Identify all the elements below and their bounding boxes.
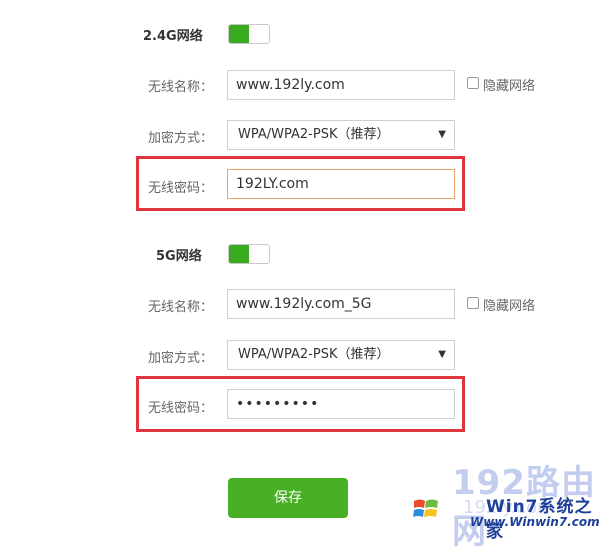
toggle-on-indicator [229,25,249,43]
security-label-24g: 加密方式： [147,131,213,146]
security-label-5g: 加密方式： [147,351,213,366]
password-input-5g[interactable]: ••••••••• [227,389,455,419]
hide-network-label-5g: 隐藏网络 [483,299,536,314]
security-select-5g[interactable]: WPA/WPA2-PSK（推荐） ▼ [227,340,455,370]
windows-logo-icon [412,495,440,523]
band-5g-title: 5G网络 [156,249,202,264]
ssid-label-24g: 无线名称： [147,80,213,95]
toggle-on-indicator [229,245,249,263]
hide-network-checkbox-5g[interactable] [467,297,479,309]
ssid-label-5g: 无线名称： [147,300,213,315]
band-24g-title: 2.4G网络 [143,29,203,44]
hide-network-checkbox-24g[interactable] [467,77,479,89]
password-label-24g: 无线密码： [147,181,213,196]
dropdown-arrow-icon: ▼ [438,349,446,360]
security-value-24g: WPA/WPA2-PSK（推荐） [238,127,390,142]
security-select-24g[interactable]: WPA/WPA2-PSK（推荐） ▼ [227,120,455,150]
security-value-5g: WPA/WPA2-PSK（推荐） [238,347,390,362]
band-5g-toggle[interactable] [228,244,270,264]
save-button[interactable]: 保存 [228,478,348,518]
dropdown-arrow-icon: ▼ [438,129,446,140]
password-label-5g: 无线密码： [147,401,213,416]
ssid-input-5g[interactable]: www.192ly.com_5G [227,289,455,319]
watermark-win7-url: Www.Winwin7.com [470,515,600,529]
band-24g-toggle[interactable] [228,24,270,44]
ssid-input-24g[interactable]: www.192ly.com [227,70,455,100]
hide-network-label-24g: 隐藏网络 [483,79,536,94]
password-input-24g[interactable]: 192LY.com [227,169,455,199]
